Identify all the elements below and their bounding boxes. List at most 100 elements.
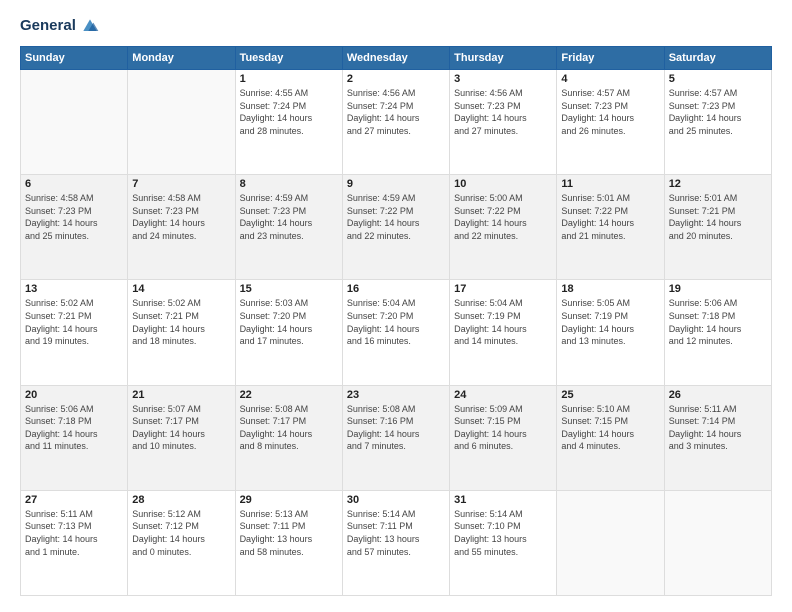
cell-line: Sunrise: 5:07 AM bbox=[132, 403, 230, 416]
cell-line: and 57 minutes. bbox=[347, 546, 445, 559]
cell-line: Sunset: 7:21 PM bbox=[669, 205, 767, 218]
cell-line: Sunrise: 4:58 AM bbox=[132, 192, 230, 205]
day-number: 22 bbox=[240, 389, 338, 401]
cell-line: Daylight: 14 hours bbox=[132, 323, 230, 336]
calendar-cell: 4Sunrise: 4:57 AMSunset: 7:23 PMDaylight… bbox=[557, 70, 664, 175]
day-number: 14 bbox=[132, 283, 230, 295]
day-number: 15 bbox=[240, 283, 338, 295]
day-number: 17 bbox=[454, 283, 552, 295]
cell-line: and 27 minutes. bbox=[454, 125, 552, 138]
cell-line: and 23 minutes. bbox=[240, 230, 338, 243]
cell-line: and 28 minutes. bbox=[240, 125, 338, 138]
cell-line: and 7 minutes. bbox=[347, 440, 445, 453]
cell-line: Sunrise: 5:09 AM bbox=[454, 403, 552, 416]
cell-line: Daylight: 14 hours bbox=[240, 323, 338, 336]
cell-line: Daylight: 14 hours bbox=[25, 428, 123, 441]
day-number: 30 bbox=[347, 494, 445, 506]
cell-line: Sunset: 7:24 PM bbox=[347, 100, 445, 113]
cell-line: Daylight: 13 hours bbox=[240, 533, 338, 546]
cell-line: Daylight: 14 hours bbox=[454, 428, 552, 441]
logo-text: General bbox=[20, 18, 76, 35]
calendar-cell: 18Sunrise: 5:05 AMSunset: 7:19 PMDayligh… bbox=[557, 280, 664, 385]
cell-line: Daylight: 14 hours bbox=[669, 112, 767, 125]
calendar-cell: 20 Sunrise: 5:06 AMSunset: 7:18 PMDayligh… bbox=[21, 385, 128, 490]
cell-line: and 25 minutes. bbox=[669, 125, 767, 138]
cell-line: Sunrise: 5:11 AM bbox=[25, 508, 123, 521]
day-number: 25 bbox=[561, 389, 659, 401]
cell-line: and 18 minutes. bbox=[132, 335, 230, 348]
cell-line: Daylight: 14 hours bbox=[561, 428, 659, 441]
weekday-header-monday: Monday bbox=[128, 47, 235, 70]
cell-line: Sunrise: 5:04 AM bbox=[347, 297, 445, 310]
header: General bbox=[20, 16, 772, 36]
cell-line: Sunset: 7:22 PM bbox=[561, 205, 659, 218]
calendar-cell: 9Sunrise: 4:59 AMSunset: 7:22 PMDaylight… bbox=[342, 175, 449, 280]
cell-line: and 11 minutes. bbox=[25, 440, 123, 453]
cell-line: Daylight: 14 hours bbox=[561, 112, 659, 125]
cell-line: Sunset: 7:11 PM bbox=[240, 520, 338, 533]
calendar-week-row: 6Sunrise: 4:58 AMSunset: 7:23 PMDaylight… bbox=[21, 175, 772, 280]
day-number: 10 bbox=[454, 178, 552, 190]
calendar-cell: 23Sunrise: 5:08 AMSunset: 7:16 PMDayligh… bbox=[342, 385, 449, 490]
cell-line: Daylight: 14 hours bbox=[454, 217, 552, 230]
cell-line: Sunrise: 5:06 AM bbox=[25, 403, 123, 416]
calendar-cell: 7Sunrise: 4:58 AMSunset: 7:23 PMDaylight… bbox=[128, 175, 235, 280]
cell-line: and 24 minutes. bbox=[132, 230, 230, 243]
weekday-header-wednesday: Wednesday bbox=[342, 47, 449, 70]
cell-line: and 12 minutes. bbox=[669, 335, 767, 348]
cell-line: and 3 minutes. bbox=[669, 440, 767, 453]
cell-line: and 26 minutes. bbox=[561, 125, 659, 138]
calendar-cell: 16Sunrise: 5:04 AMSunset: 7:20 PMDayligh… bbox=[342, 280, 449, 385]
cell-line: Sunset: 7:24 PM bbox=[240, 100, 338, 113]
cell-line: Daylight: 14 hours bbox=[347, 217, 445, 230]
cell-line: Sunrise: 5:14 AM bbox=[454, 508, 552, 521]
calendar-week-row: 27Sunrise: 5:11 AMSunset: 7:13 PMDayligh… bbox=[21, 490, 772, 595]
calendar-cell: 2Sunrise: 4:56 AMSunset: 7:24 PMDaylight… bbox=[342, 70, 449, 175]
logo: General bbox=[20, 16, 100, 36]
weekday-header-saturday: Saturday bbox=[664, 47, 771, 70]
cell-line: Sunrise: 5:08 AM bbox=[240, 403, 338, 416]
day-number: 4 bbox=[561, 73, 659, 85]
calendar-cell: 5Sunrise: 4:57 AMSunset: 7:23 PMDaylight… bbox=[664, 70, 771, 175]
cell-line: Sunrise: 5:04 AM bbox=[454, 297, 552, 310]
cell-line: and 58 minutes. bbox=[240, 546, 338, 559]
calendar-table: SundayMondayTuesdayWednesdayThursdayFrid… bbox=[20, 46, 772, 596]
cell-line: Sunrise: 4:55 AM bbox=[240, 87, 338, 100]
cell-line: Sunset: 7:20 PM bbox=[347, 310, 445, 323]
cell-line: and 13 minutes. bbox=[561, 335, 659, 348]
cell-line: and 17 minutes. bbox=[240, 335, 338, 348]
day-number: 26 bbox=[669, 389, 767, 401]
cell-line: Daylight: 14 hours bbox=[240, 428, 338, 441]
cell-line: Sunrise: 5:01 AM bbox=[561, 192, 659, 205]
cell-line: and 6 minutes. bbox=[454, 440, 552, 453]
cell-line: Sunset: 7:21 PM bbox=[25, 310, 123, 323]
calendar-cell: 19Sunrise: 5:06 AMSunset: 7:18 PMDayligh… bbox=[664, 280, 771, 385]
day-number: 20 bbox=[25, 389, 123, 401]
calendar-cell: 10Sunrise: 5:00 AMSunset: 7:22 PMDayligh… bbox=[450, 175, 557, 280]
cell-line: Sunset: 7:18 PM bbox=[25, 415, 123, 428]
cell-line: Sunset: 7:23 PM bbox=[669, 100, 767, 113]
day-number: 27 bbox=[25, 494, 123, 506]
calendar-cell: 22Sunrise: 5:08 AMSunset: 7:17 PMDayligh… bbox=[235, 385, 342, 490]
cell-line: Sunset: 7:19 PM bbox=[561, 310, 659, 323]
day-number: 23 bbox=[347, 389, 445, 401]
cell-line: Daylight: 14 hours bbox=[240, 217, 338, 230]
day-number: 13 bbox=[25, 283, 123, 295]
day-number: 12 bbox=[669, 178, 767, 190]
cell-line: and 14 minutes. bbox=[454, 335, 552, 348]
cell-line: Sunrise: 5:02 AM bbox=[132, 297, 230, 310]
weekday-header-sunday: Sunday bbox=[21, 47, 128, 70]
calendar-cell: 14Sunrise: 5:02 AMSunset: 7:21 PMDayligh… bbox=[128, 280, 235, 385]
day-number: 16 bbox=[347, 283, 445, 295]
cell-line: Sunrise: 5:14 AM bbox=[347, 508, 445, 521]
cell-line: Daylight: 14 hours bbox=[132, 533, 230, 546]
cell-line: Sunrise: 5:13 AM bbox=[240, 508, 338, 521]
cell-line: and 10 minutes. bbox=[132, 440, 230, 453]
calendar-cell: 24Sunrise: 5:09 AMSunset: 7:15 PMDayligh… bbox=[450, 385, 557, 490]
day-number: 31 bbox=[454, 494, 552, 506]
calendar-cell bbox=[557, 490, 664, 595]
day-number: 2 bbox=[347, 73, 445, 85]
cell-line: and 20 minutes. bbox=[669, 230, 767, 243]
cell-line: Sunrise: 4:57 AM bbox=[561, 87, 659, 100]
cell-line: Daylight: 14 hours bbox=[132, 428, 230, 441]
